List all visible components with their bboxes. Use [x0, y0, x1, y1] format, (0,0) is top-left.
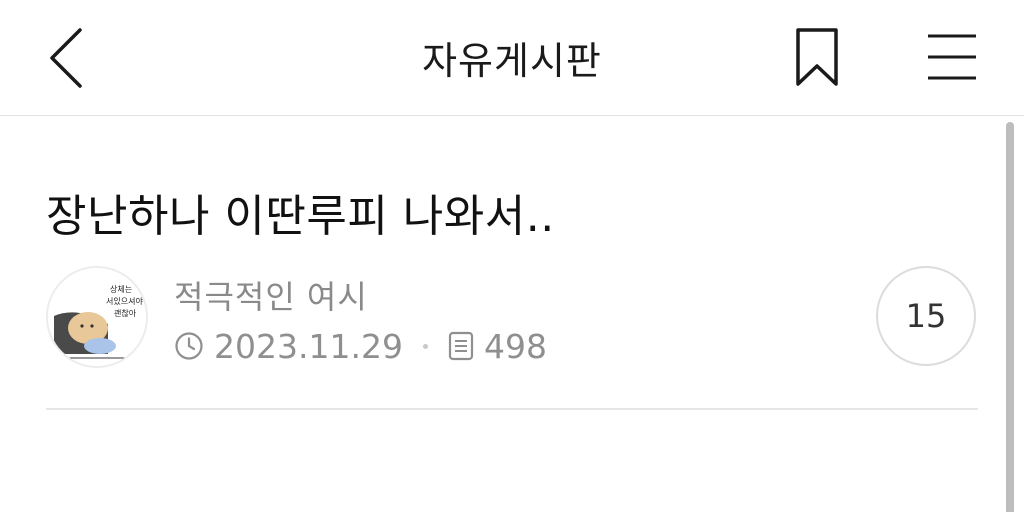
- post-meta: 2023.11.29 498: [174, 326, 547, 366]
- avatar-text-line-1: 상체는: [110, 284, 132, 294]
- hamburger-menu-icon: [928, 34, 976, 80]
- document-icon: [448, 331, 474, 361]
- top-app-bar: 자유게시판: [0, 0, 1024, 116]
- post-title: 장난하나 이딴루피 나와서..: [46, 191, 555, 242]
- scrollbar[interactable]: [1006, 122, 1014, 512]
- bookmark-icon: [796, 28, 838, 86]
- clock-icon: [175, 332, 203, 360]
- author-name[interactable]: 적극적인 여시: [174, 272, 368, 318]
- bookmark-button[interactable]: [788, 24, 846, 90]
- divider: [46, 408, 978, 410]
- menu-button[interactable]: [920, 26, 984, 88]
- page-title: 자유게시판: [422, 39, 602, 83]
- comment-count: 15: [905, 297, 947, 335]
- view-count: 498: [483, 326, 547, 366]
- avatar-illustration: 상체는 서있으셔야 괜찮아: [48, 268, 146, 366]
- separator-dot: [422, 343, 428, 349]
- post-date: 2023.11.29: [214, 326, 403, 366]
- author-avatar[interactable]: 상체는 서있으셔야 괜찮아: [46, 266, 148, 368]
- avatar-text-line-3: 괜찮아: [114, 308, 137, 318]
- comment-count-button[interactable]: 15: [876, 266, 976, 366]
- avatar-text-line-2: 서있으셔야: [106, 296, 143, 306]
